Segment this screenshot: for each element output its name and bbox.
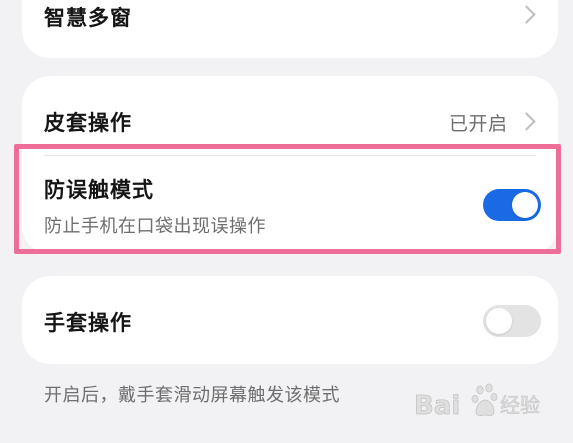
smart-multiwindow-card: 智慧多窗	[22, 0, 558, 58]
watermark-suffix: 经验	[500, 393, 540, 417]
baidu-jingyan-watermark: Bai 经验	[412, 376, 562, 428]
chevron-right-icon[interactable]	[517, 5, 536, 24]
glove-operation-toggle[interactable]	[483, 305, 541, 337]
glove-operation-footnote: 开启后，戴手套滑动屏幕触发该模式	[44, 385, 340, 406]
cover-operation-label: 皮套操作	[44, 111, 132, 135]
highlight-frame	[14, 144, 561, 254]
baidu-watermark-graphic: Bai 经验	[414, 383, 540, 421]
glove-operation-label: 手套操作	[44, 311, 132, 335]
cover-operation-status: 已开启	[449, 113, 508, 135]
cover-operation-row[interactable]: 皮套操作 已开启	[22, 76, 558, 154]
paw-logo-icon	[471, 383, 498, 416]
smart-multiwindow-label: 智慧多窗	[44, 6, 132, 30]
watermark-brand: Bai	[414, 391, 460, 421]
toggle-knob	[486, 308, 512, 334]
glove-operation-card[interactable]: 手套操作	[22, 276, 558, 364]
chevron-right-icon	[517, 112, 536, 131]
